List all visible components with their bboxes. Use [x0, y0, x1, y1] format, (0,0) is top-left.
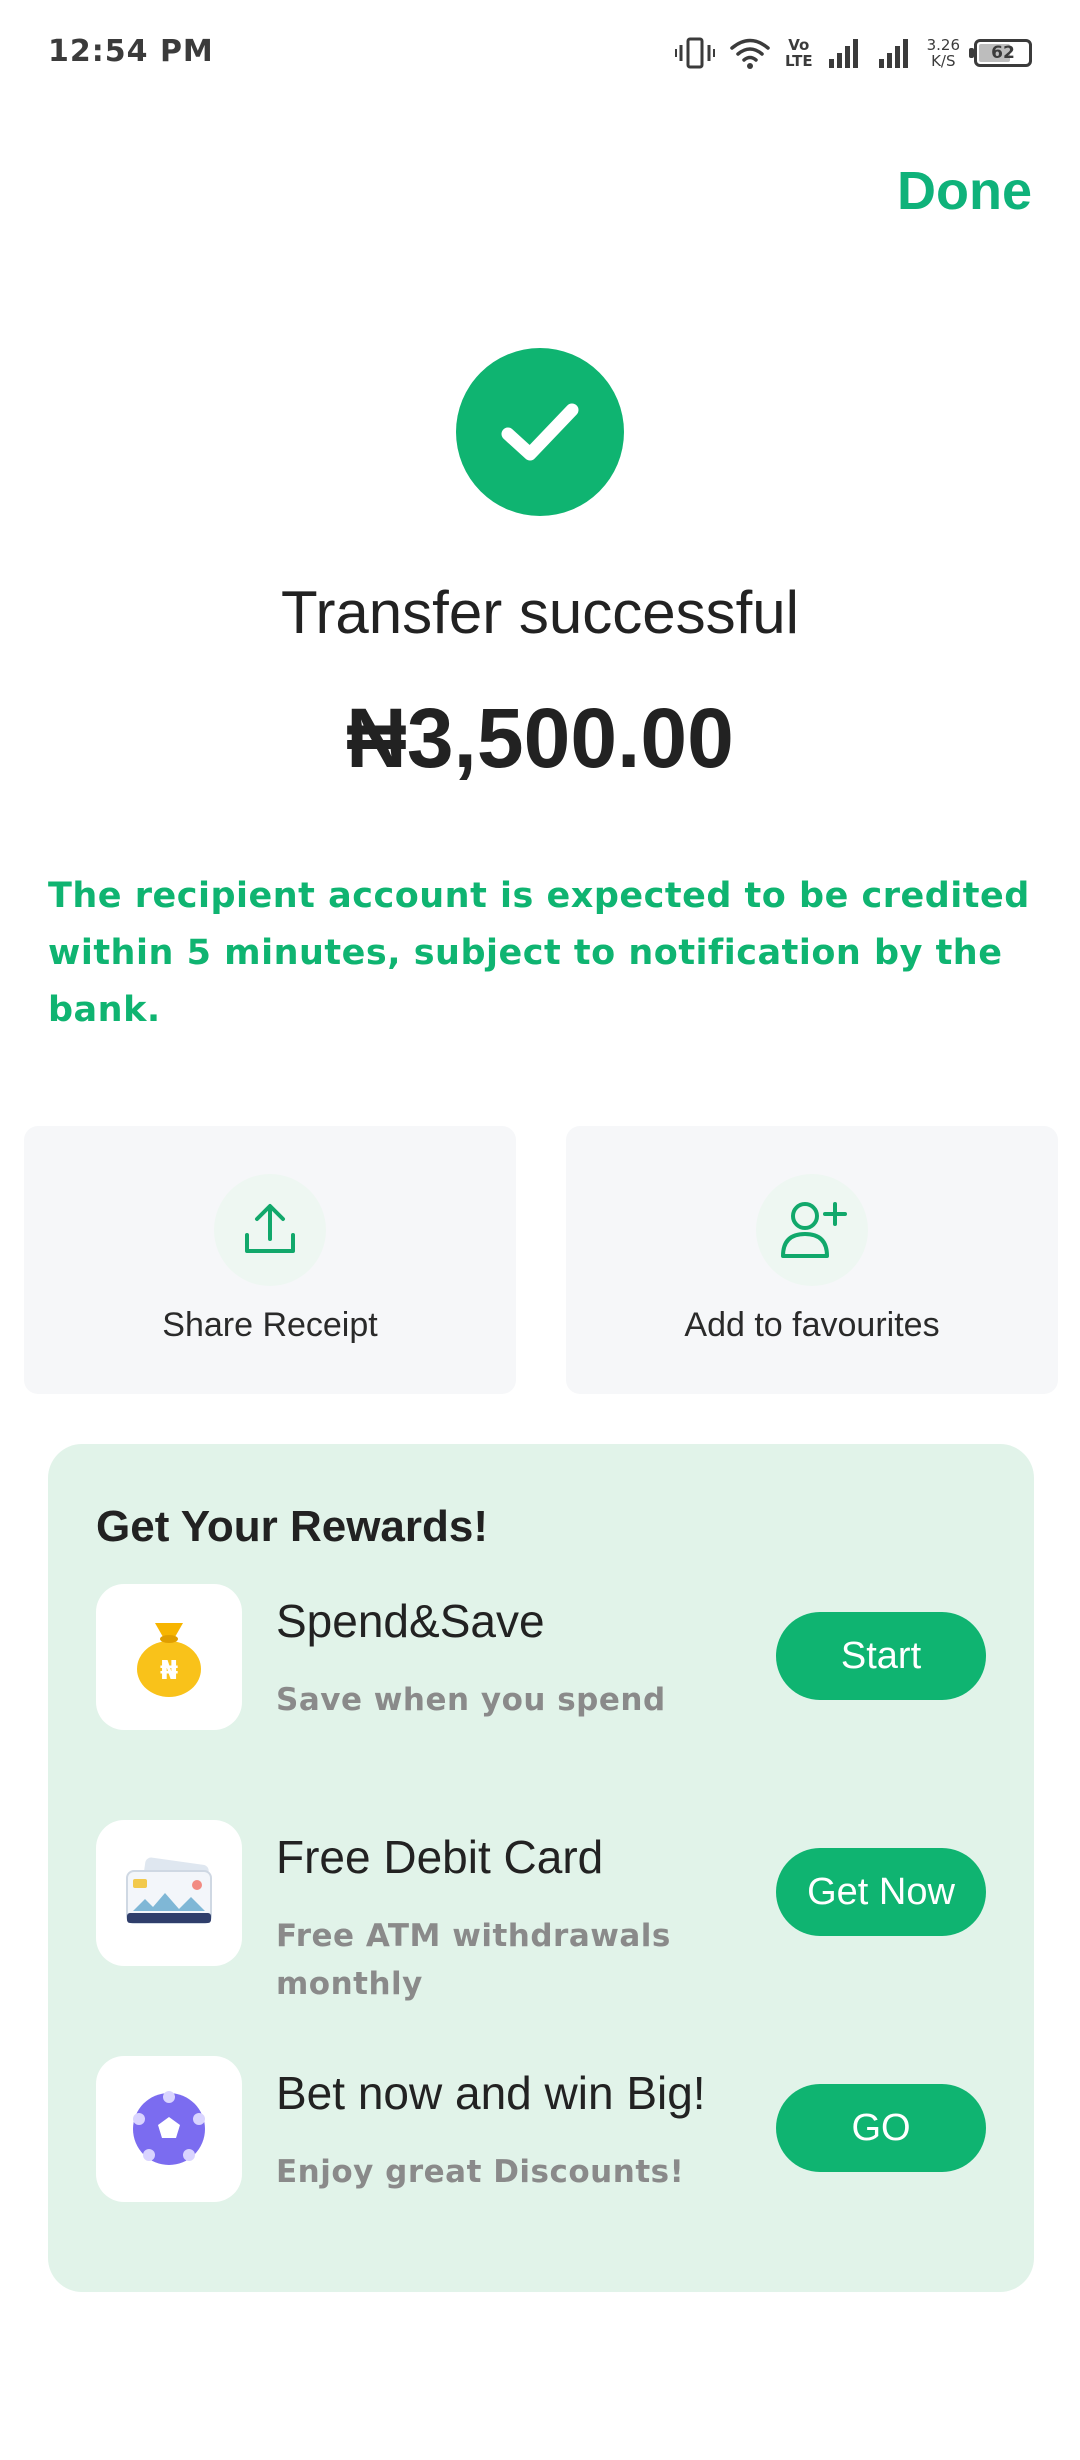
status-time: 12:54 PM — [48, 34, 214, 69]
rewards-title: Get Your Rewards! — [96, 1502, 489, 1551]
reward-description: Enjoy great Discounts! — [276, 2154, 685, 2190]
reward-description: Free ATM withdrawals monthly — [276, 1918, 671, 2002]
signal-icon — [827, 37, 863, 69]
credit-notice: The recipient account is expected to be … — [48, 876, 1030, 1030]
success-check-icon — [456, 348, 624, 516]
money-bag-icon: ₦ — [96, 1584, 242, 1730]
rewards-panel: Get Your Rewards! ₦ Spend&Save Save when… — [48, 1444, 1034, 2292]
volte-bottom-label: LTE — [785, 52, 813, 70]
battery-icon: 62 — [969, 39, 1032, 67]
network-speed-unit: K/S — [931, 52, 956, 70]
reward-item-spend-save: ₦ Spend&Save Save when you spend Start — [96, 1584, 986, 1730]
debit-card-icon — [96, 1820, 242, 1966]
signal-icon-2 — [877, 37, 913, 69]
svg-text:₦: ₦ — [160, 1656, 178, 1686]
reward-name: Free Debit Card — [276, 1831, 604, 1883]
reward-name: Spend&Save — [276, 1595, 545, 1647]
reward-description: Save when you spend — [276, 1682, 666, 1718]
vibrate-icon — [675, 36, 716, 70]
wifi-icon — [729, 36, 771, 70]
status-bar: 12:54 PM Vo LTE 3.26 K/S 62 — [0, 0, 1080, 110]
add-user-icon — [756, 1174, 868, 1286]
share-receipt-card[interactable]: Share Receipt — [24, 1126, 516, 1394]
battery-level: 62 — [991, 43, 1015, 63]
get-now-button[interactable]: Get Now — [776, 1848, 986, 1936]
reward-item-bet: Bet now and win Big! Enjoy great Discoun… — [96, 2056, 986, 2202]
status-icons: Vo LTE 3.26 K/S 62 — [675, 30, 1032, 76]
soccer-ball-icon — [96, 2056, 242, 2202]
network-speed-value: 3.26 — [926, 36, 960, 54]
share-upload-icon — [214, 1174, 326, 1286]
reward-name: Bet now and win Big! — [276, 2067, 706, 2119]
transfer-amount: ₦3,500.00 — [346, 691, 734, 785]
reward-item-free-debit-card: Free Debit Card Free ATM withdrawals mon… — [96, 1820, 986, 2002]
go-button[interactable]: GO — [776, 2084, 986, 2172]
volte-indicator: Vo LTE — [785, 37, 813, 69]
network-speed: 3.26 K/S — [927, 37, 960, 69]
done-button[interactable]: Done — [897, 160, 1032, 222]
transfer-status-title: Transfer successful — [281, 579, 799, 646]
add-to-favourites-card[interactable]: Add to favourites — [566, 1126, 1058, 1394]
share-receipt-label: Share Receipt — [162, 1306, 378, 1344]
add-to-favourites-label: Add to favourites — [684, 1306, 940, 1344]
volte-top-label: Vo — [788, 36, 810, 54]
start-button[interactable]: Start — [776, 1612, 986, 1700]
